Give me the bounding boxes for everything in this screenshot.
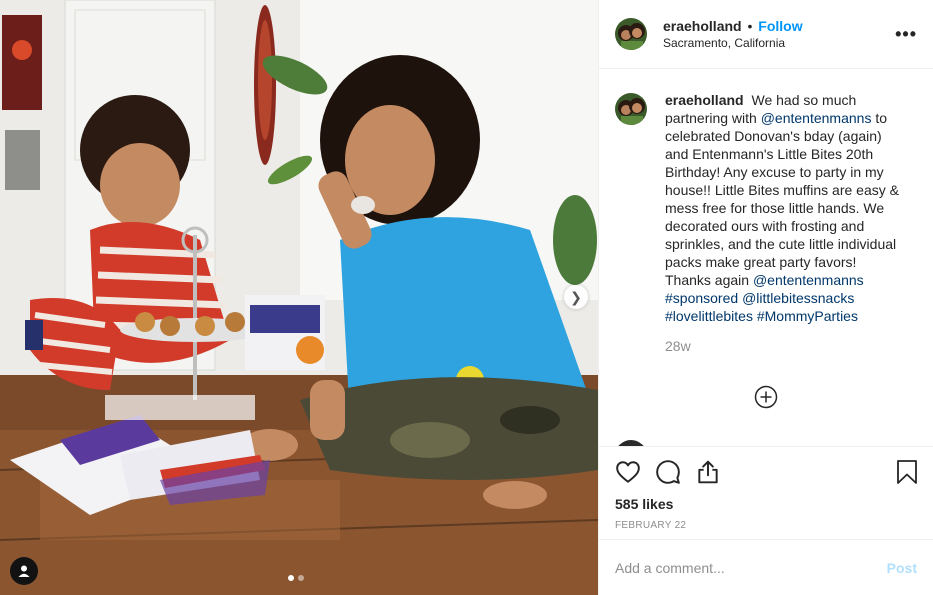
carousel-indicator	[288, 575, 304, 581]
post-photo[interactable]: ❯	[0, 0, 598, 595]
post-location[interactable]: Sacramento, California	[663, 36, 803, 51]
caption-mention-link[interactable]: @ententenmanns	[753, 272, 864, 288]
author-info: eraeholland • Follow Sacramento, Califor…	[663, 17, 803, 51]
caption-mention-link[interactable]: #MommyParties	[757, 308, 858, 324]
caption-author-avatar[interactable]	[615, 93, 647, 125]
next-photo-button[interactable]: ❯	[564, 285, 588, 309]
caption-mention-link[interactable]: @ententenmanns	[761, 110, 872, 126]
author-username[interactable]: eraeholland	[663, 18, 742, 34]
caption-mention-link[interactable]: @littlebitessnacks	[742, 290, 854, 306]
comment-input[interactable]	[615, 559, 865, 576]
caption-comment: eraeholland We had so much partnering wi…	[615, 91, 917, 325]
follow-button[interactable]: Follow	[758, 18, 802, 34]
carousel-dot-2	[298, 575, 304, 581]
more-options-icon[interactable]: •••	[895, 24, 917, 45]
carousel-dot-1	[288, 575, 294, 581]
heart-icon[interactable]	[615, 459, 641, 485]
chevron-right-icon: ❯	[570, 288, 582, 305]
author-avatar[interactable]	[615, 18, 647, 50]
post-actions: 585 likes FEBRUARY 22	[599, 446, 933, 539]
comment-icon[interactable]	[655, 459, 681, 485]
post-date[interactable]: FEBRUARY 22	[615, 520, 917, 531]
likes-count[interactable]: 585 likes	[615, 495, 917, 513]
tagged-users-button[interactable]	[10, 557, 38, 585]
caption-age: 28w	[665, 338, 691, 354]
caption-mention-link[interactable]: #lovelittlebites	[665, 308, 753, 324]
add-comment-bar: Post	[599, 539, 933, 595]
separator: •	[747, 18, 753, 34]
caption-segment: to celebrated Donovan's bday (again) and…	[665, 110, 899, 288]
instagram-post: ❯ eraeholland • Follow Sacramento, Calif…	[0, 0, 933, 595]
user-icon	[18, 565, 30, 577]
share-icon[interactable]	[695, 459, 721, 485]
caption-username[interactable]: eraeholland	[665, 92, 744, 108]
post-header: eraeholland • Follow Sacramento, Califor…	[599, 0, 933, 69]
bookmark-icon[interactable]	[895, 459, 919, 485]
comments-section: eraeholland We had so much partnering wi…	[599, 69, 933, 446]
post-comment-button[interactable]: Post	[887, 560, 917, 576]
caption-mention-link[interactable]: #sponsored	[665, 290, 738, 306]
caption-text: eraeholland We had so much partnering wi…	[665, 91, 905, 325]
photo-scene	[0, 0, 598, 595]
post-side-panel: eraeholland • Follow Sacramento, Califor…	[598, 0, 933, 595]
load-more-comments-icon[interactable]	[754, 385, 778, 409]
